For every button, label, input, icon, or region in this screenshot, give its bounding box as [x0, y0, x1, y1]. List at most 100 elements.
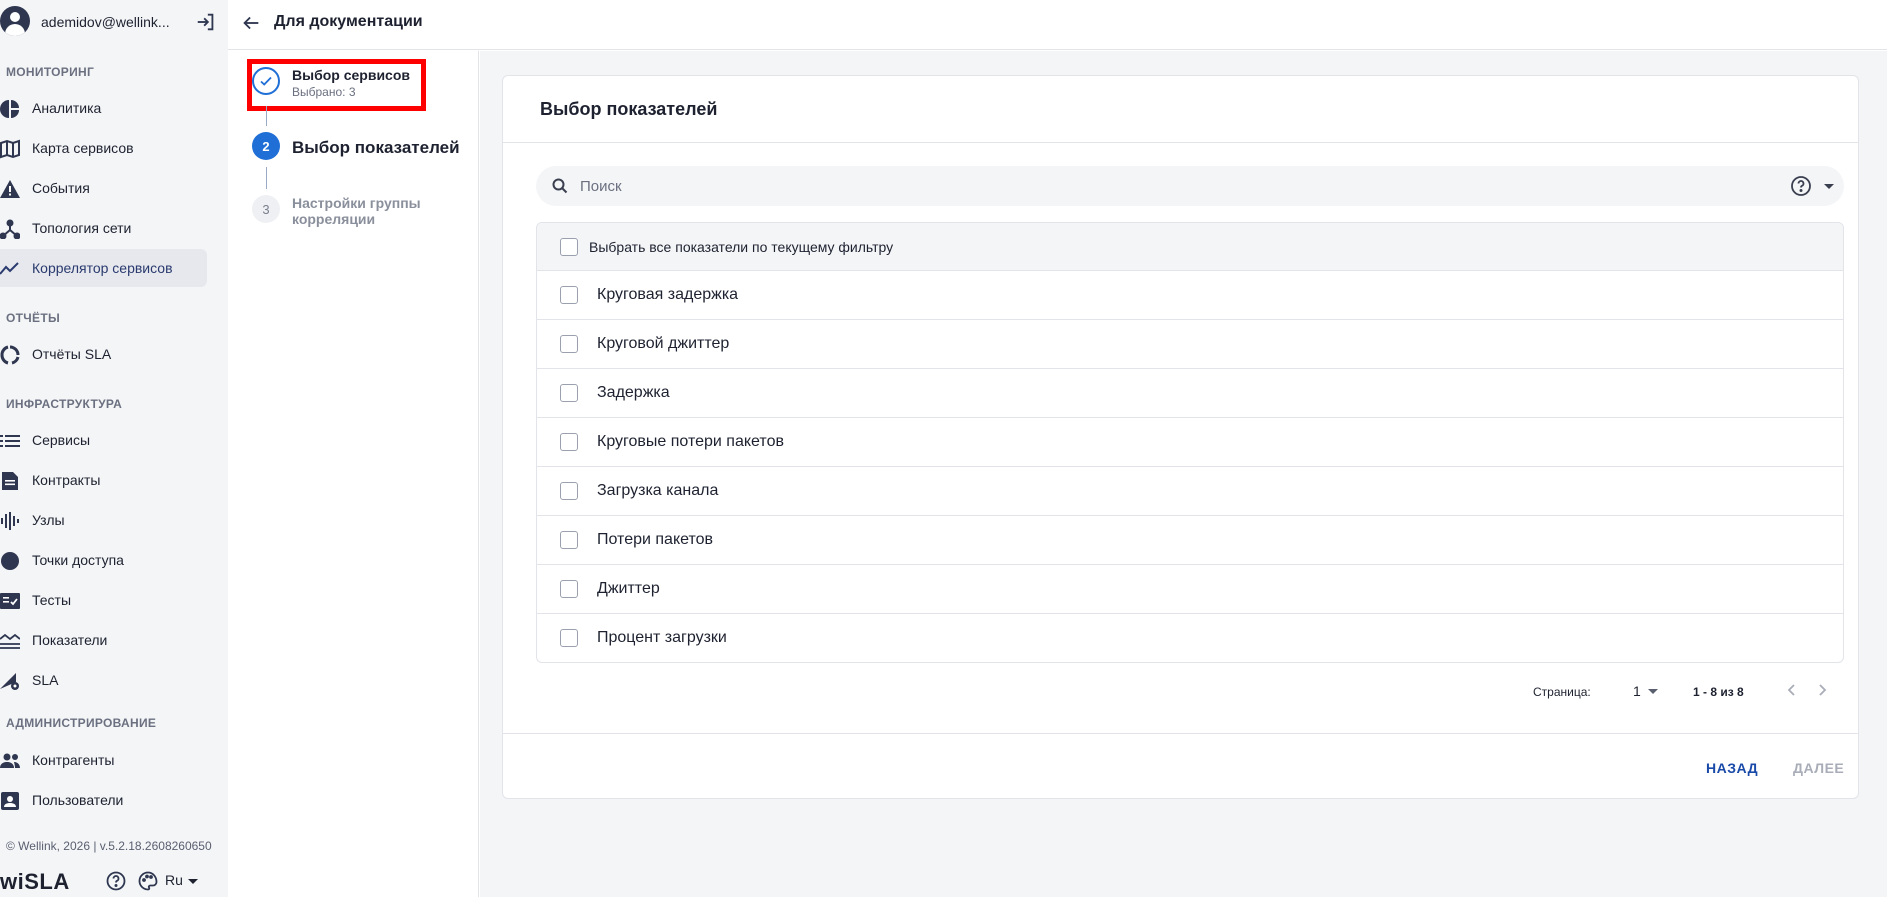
chevron-down-icon[interactable]	[1824, 184, 1834, 189]
sidebar-item-metrics[interactable]: Показатели	[0, 621, 207, 659]
sidebar-item-label: SLA	[32, 672, 59, 688]
avatar[interactable]	[0, 6, 30, 36]
sidebar-item-label: Отчёты SLA	[32, 346, 112, 362]
metric-label: Джиттер	[597, 580, 660, 597]
palette-icon[interactable]	[138, 871, 158, 891]
chevron-down-icon[interactable]	[1648, 689, 1658, 694]
step-1-circle[interactable]	[252, 67, 280, 95]
divider	[503, 142, 1858, 143]
sidebar-item-tests[interactable]: Тесты	[0, 581, 207, 619]
topology-icon	[0, 219, 20, 239]
next-button[interactable]: ДАЛЕЕ	[1793, 760, 1844, 776]
metric-label: Процент загрузки	[597, 629, 727, 646]
sidebar-item-sla-reports[interactable]: Отчёты SLA	[0, 335, 207, 373]
sidebar-item-label: Контрагенты	[32, 752, 115, 768]
step-1-label[interactable]: Выбор сервисов	[292, 67, 410, 83]
sidebar-item-label: Коррелятор сервисов	[32, 260, 173, 276]
help-icon[interactable]	[1790, 175, 1812, 197]
select-all-label: Выбрать все показатели по текущему фильт…	[589, 239, 894, 255]
chevron-down-icon[interactable]	[188, 879, 198, 884]
user-row[interactable]: ademidov@wellink...	[0, 0, 228, 44]
sidebar-item-label: Аналитика	[32, 100, 102, 116]
language-select[interactable]: Ru	[165, 872, 183, 888]
sidebar-item-users[interactable]: Пользователи	[0, 781, 207, 819]
step-3-circle: 3	[252, 195, 280, 223]
step-3-label: Настройки группы корреляции	[292, 195, 421, 227]
list-item[interactable]: Задержка	[537, 369, 1843, 418]
metric-checkbox[interactable]	[560, 580, 578, 598]
list-item[interactable]: Круговые потери пакетов	[537, 418, 1843, 467]
top-bar: Для документации	[228, 0, 1887, 50]
sidebar-item-nodes[interactable]: Узлы	[0, 501, 207, 539]
section-title-reports: ОТЧЁТЫ	[6, 311, 61, 325]
donut-icon	[0, 345, 20, 365]
sidebar-item-service-map[interactable]: Карта сервисов	[0, 129, 207, 167]
metric-label: Круговая задержка	[597, 286, 739, 303]
divider	[503, 733, 1858, 734]
sla-gear-icon	[0, 673, 19, 690]
arrow-left-icon[interactable]	[240, 12, 262, 34]
list-item[interactable]: Круговой джиттер	[537, 320, 1843, 369]
trend-line-icon	[0, 262, 19, 275]
sidebar-item-label: Показатели	[32, 632, 108, 648]
sidebar-item-services[interactable]: Сервисы	[0, 421, 207, 459]
step-connector	[266, 167, 267, 189]
sidebar-item-counterparties[interactable]: Контрагенты	[0, 741, 207, 779]
metric-checkbox[interactable]	[560, 286, 578, 304]
metric-checkbox[interactable]	[560, 433, 578, 451]
step-connector	[266, 106, 267, 126]
metric-checkbox[interactable]	[560, 384, 578, 402]
sidebar-item-contracts[interactable]: Контракты	[0, 461, 207, 499]
list-icon	[0, 435, 20, 447]
select-all-checkbox[interactable]	[560, 238, 578, 256]
user-card-icon	[1, 792, 19, 810]
list-item[interactable]: Загрузка канала	[537, 467, 1843, 516]
sidebar-item-access-points[interactable]: Точки доступа	[0, 541, 207, 579]
back-button[interactable]: НАЗАД	[1706, 760, 1758, 776]
chevron-left-icon[interactable]	[1783, 681, 1801, 699]
sidebar-item-label: Тесты	[32, 592, 72, 608]
sidebar-item-sla[interactable]: SLA	[0, 661, 207, 699]
metric-checkbox[interactable]	[560, 629, 578, 647]
warning-icon	[0, 180, 20, 198]
pager-range: 1 - 8 из 8	[1693, 685, 1744, 699]
sidebar-item-analytics[interactable]: Аналитика	[0, 89, 207, 127]
chevron-right-icon[interactable]	[1813, 681, 1831, 699]
metric-checkbox[interactable]	[560, 335, 578, 353]
pager-label: Страница:	[1533, 685, 1591, 699]
section-title-monitoring: МОНИТОРИНГ	[6, 65, 95, 79]
circle-icon	[1, 552, 19, 570]
page-select[interactable]: 1	[1633, 683, 1641, 699]
list-item[interactable]: Потери пакетов	[537, 516, 1843, 565]
metric-label: Круговые потери пакетов	[597, 433, 784, 450]
sidebar-item-service-correlator[interactable]: Коррелятор сервисов	[0, 249, 207, 287]
metric-label: Загрузка канала	[597, 482, 719, 499]
list-item[interactable]: Процент загрузки	[537, 614, 1843, 662]
sidebar-item-events[interactable]: События	[0, 169, 207, 207]
metrics-card: Выбор показателей Выбрать все показатели…	[502, 75, 1859, 799]
step-2-circle: 2	[252, 132, 280, 160]
help-icon[interactable]	[106, 871, 126, 891]
pie-chart-icon	[0, 100, 19, 118]
sidebar-item-label: Точки доступа	[32, 552, 124, 568]
sidebar-item-label: Сервисы	[32, 432, 91, 448]
pagination: Страница: 1 1 - 8 из 8	[503, 676, 1858, 706]
metric-checkbox[interactable]	[560, 531, 578, 549]
metric-label: Задержка	[597, 384, 670, 401]
signal-bars-icon	[1, 512, 19, 530]
list-item[interactable]: Круговая задержка	[537, 271, 1843, 320]
logout-icon[interactable]	[195, 11, 217, 33]
select-all-row[interactable]: Выбрать все показатели по текущему фильт…	[537, 223, 1843, 271]
sidebar-item-label: Узлы	[32, 512, 65, 528]
search-box[interactable]	[536, 166, 1844, 206]
list-item[interactable]: Джиттер	[537, 565, 1843, 614]
sidebar-item-label: Топология сети	[32, 220, 132, 236]
main-area: Выбор показателей Выбрать все показатели…	[480, 51, 1887, 897]
sidebar-item-topology[interactable]: Топология сети	[0, 209, 207, 247]
section-title-infrastructure: ИНФРАСТРУКТУРА	[6, 397, 123, 411]
check-icon	[260, 76, 272, 86]
step-2-label: Выбор показателей	[292, 138, 460, 157]
metric-checkbox[interactable]	[560, 482, 578, 500]
sidebar: ademidov@wellink... МОНИТОРИНГ Аналитика…	[0, 0, 228, 897]
search-input[interactable]	[580, 174, 1730, 198]
